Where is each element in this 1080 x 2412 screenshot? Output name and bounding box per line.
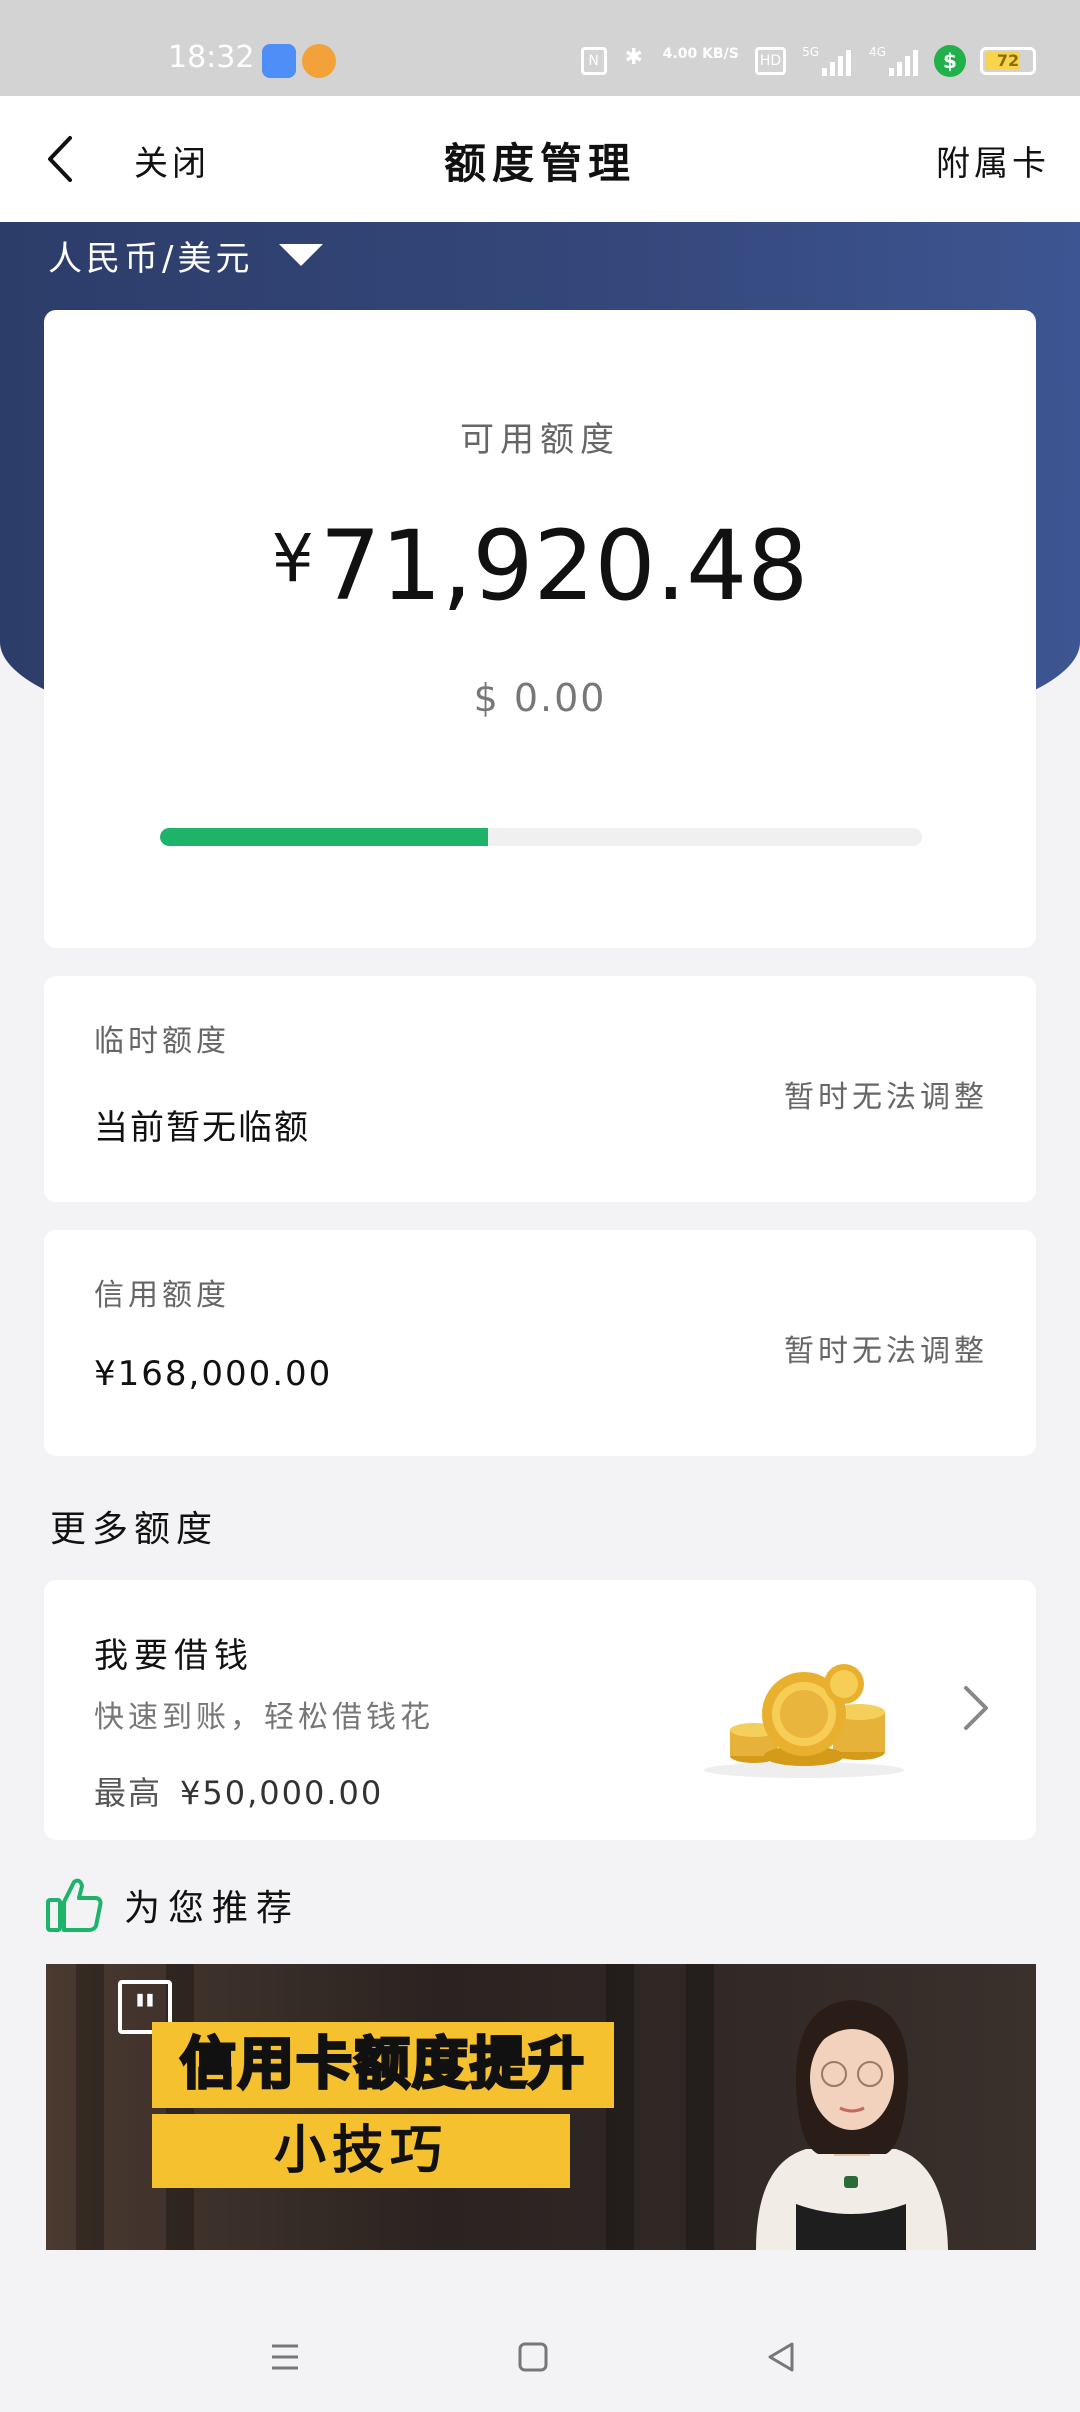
borrow-money-card[interactable]: 我要借钱 快速到账，轻松借钱花 最高 ¥50,000.00: [44, 1580, 1036, 1840]
currency-selector[interactable]: 人民币/美元: [48, 228, 324, 282]
available-limit-card: 可用额度 ¥71,920.48 $ 0.00: [44, 310, 1036, 948]
status-bar: 18:32 N ✱ 4.00 KB/S HD 5G 4G $ 72: [0, 0, 1080, 96]
status-time: 18:32: [168, 40, 255, 75]
signal-5g-icon: 5G: [800, 46, 853, 76]
top-nav-bar: 关闭 额度管理 附属卡: [0, 96, 1080, 222]
limit-progress-bar: [160, 828, 922, 846]
supplementary-card-button[interactable]: 附属卡: [936, 136, 1050, 185]
temporary-limit-card[interactable]: 临时额度 当前暂无临额 暂时无法调整: [44, 976, 1036, 1202]
back-triangle-icon[interactable]: [758, 2334, 804, 2380]
app-notification-icon-2: [302, 44, 336, 78]
recommend-title: 为您推荐: [124, 1888, 301, 1929]
temporary-limit-label: 临时额度: [94, 1024, 230, 1059]
gold-coins-icon: [704, 1664, 904, 1778]
usd-amount: $ 0.00: [473, 676, 607, 720]
app-notification-icon: [262, 44, 296, 78]
banner-subheadline: 小技巧: [152, 2114, 570, 2188]
currency-symbol: ¥: [271, 520, 314, 597]
network-speed: 4.00 KB/S: [662, 46, 739, 62]
system-icons: N ✱ 4.00 KB/S HD 5G 4G $ 72: [580, 44, 1036, 78]
credit-limit-card[interactable]: 信用额度 ¥168,000.00 暂时无法调整: [44, 1230, 1036, 1456]
caret-down-icon: [279, 244, 324, 266]
chevron-right-icon: [964, 1686, 988, 1730]
bluetooth-icon: ✱: [624, 45, 643, 70]
borrow-subtitle: 快速到账，轻松借钱花: [94, 1700, 434, 1735]
signal-4g-icon: 4G: [867, 46, 920, 76]
available-limit-amount: ¥71,920.48: [44, 510, 1036, 622]
temporary-limit-value: 当前暂无临额: [94, 1108, 310, 1148]
borrow-max-label: 最高: [94, 1774, 163, 1812]
system-navigation-bar: [0, 2304, 1080, 2412]
hd-icon: HD: [754, 47, 787, 75]
credit-limit-label: 信用额度: [94, 1278, 230, 1313]
presenter-image: [756, 2000, 948, 2250]
credit-limit-value: ¥168,000.00: [94, 1354, 333, 1394]
thumbs-up-icon: [46, 1878, 103, 1932]
nfc-icon: N: [580, 47, 607, 75]
credit-limit-page: 18:32 N ✱ 4.00 KB/S HD 5G 4G $ 72 关闭 额度管…: [0, 0, 1080, 2412]
banner-headline: 信用卡额度提升: [152, 2022, 614, 2108]
borrow-title: 我要借钱: [94, 1636, 254, 1676]
recommend-header: 为您推荐: [44, 1870, 300, 1940]
security-shield-icon: $: [934, 45, 966, 77]
credit-limit-note: 暂时无法调整: [784, 1334, 988, 1369]
home-icon[interactable]: [510, 2334, 556, 2380]
borrow-max: 最高 ¥50,000.00: [94, 1768, 383, 1814]
battery-icon: 72: [980, 47, 1036, 75]
page-title: 额度管理: [443, 139, 636, 188]
temporary-limit-note: 暂时无法调整: [784, 1080, 988, 1115]
borrow-max-value: ¥50,000.00: [180, 1774, 384, 1812]
more-limits-heading: 更多额度: [50, 1509, 219, 1550]
promo-video-banner[interactable]: " 信用卡额度提升 小技巧: [46, 1964, 1036, 2250]
available-limit-label: 可用额度: [460, 420, 620, 460]
currency-label: 人民币/美元: [48, 238, 254, 279]
limit-progress-fill: [160, 828, 488, 846]
menu-icon[interactable]: [262, 2334, 308, 2380]
amount-value: 71,920.48: [319, 510, 809, 622]
